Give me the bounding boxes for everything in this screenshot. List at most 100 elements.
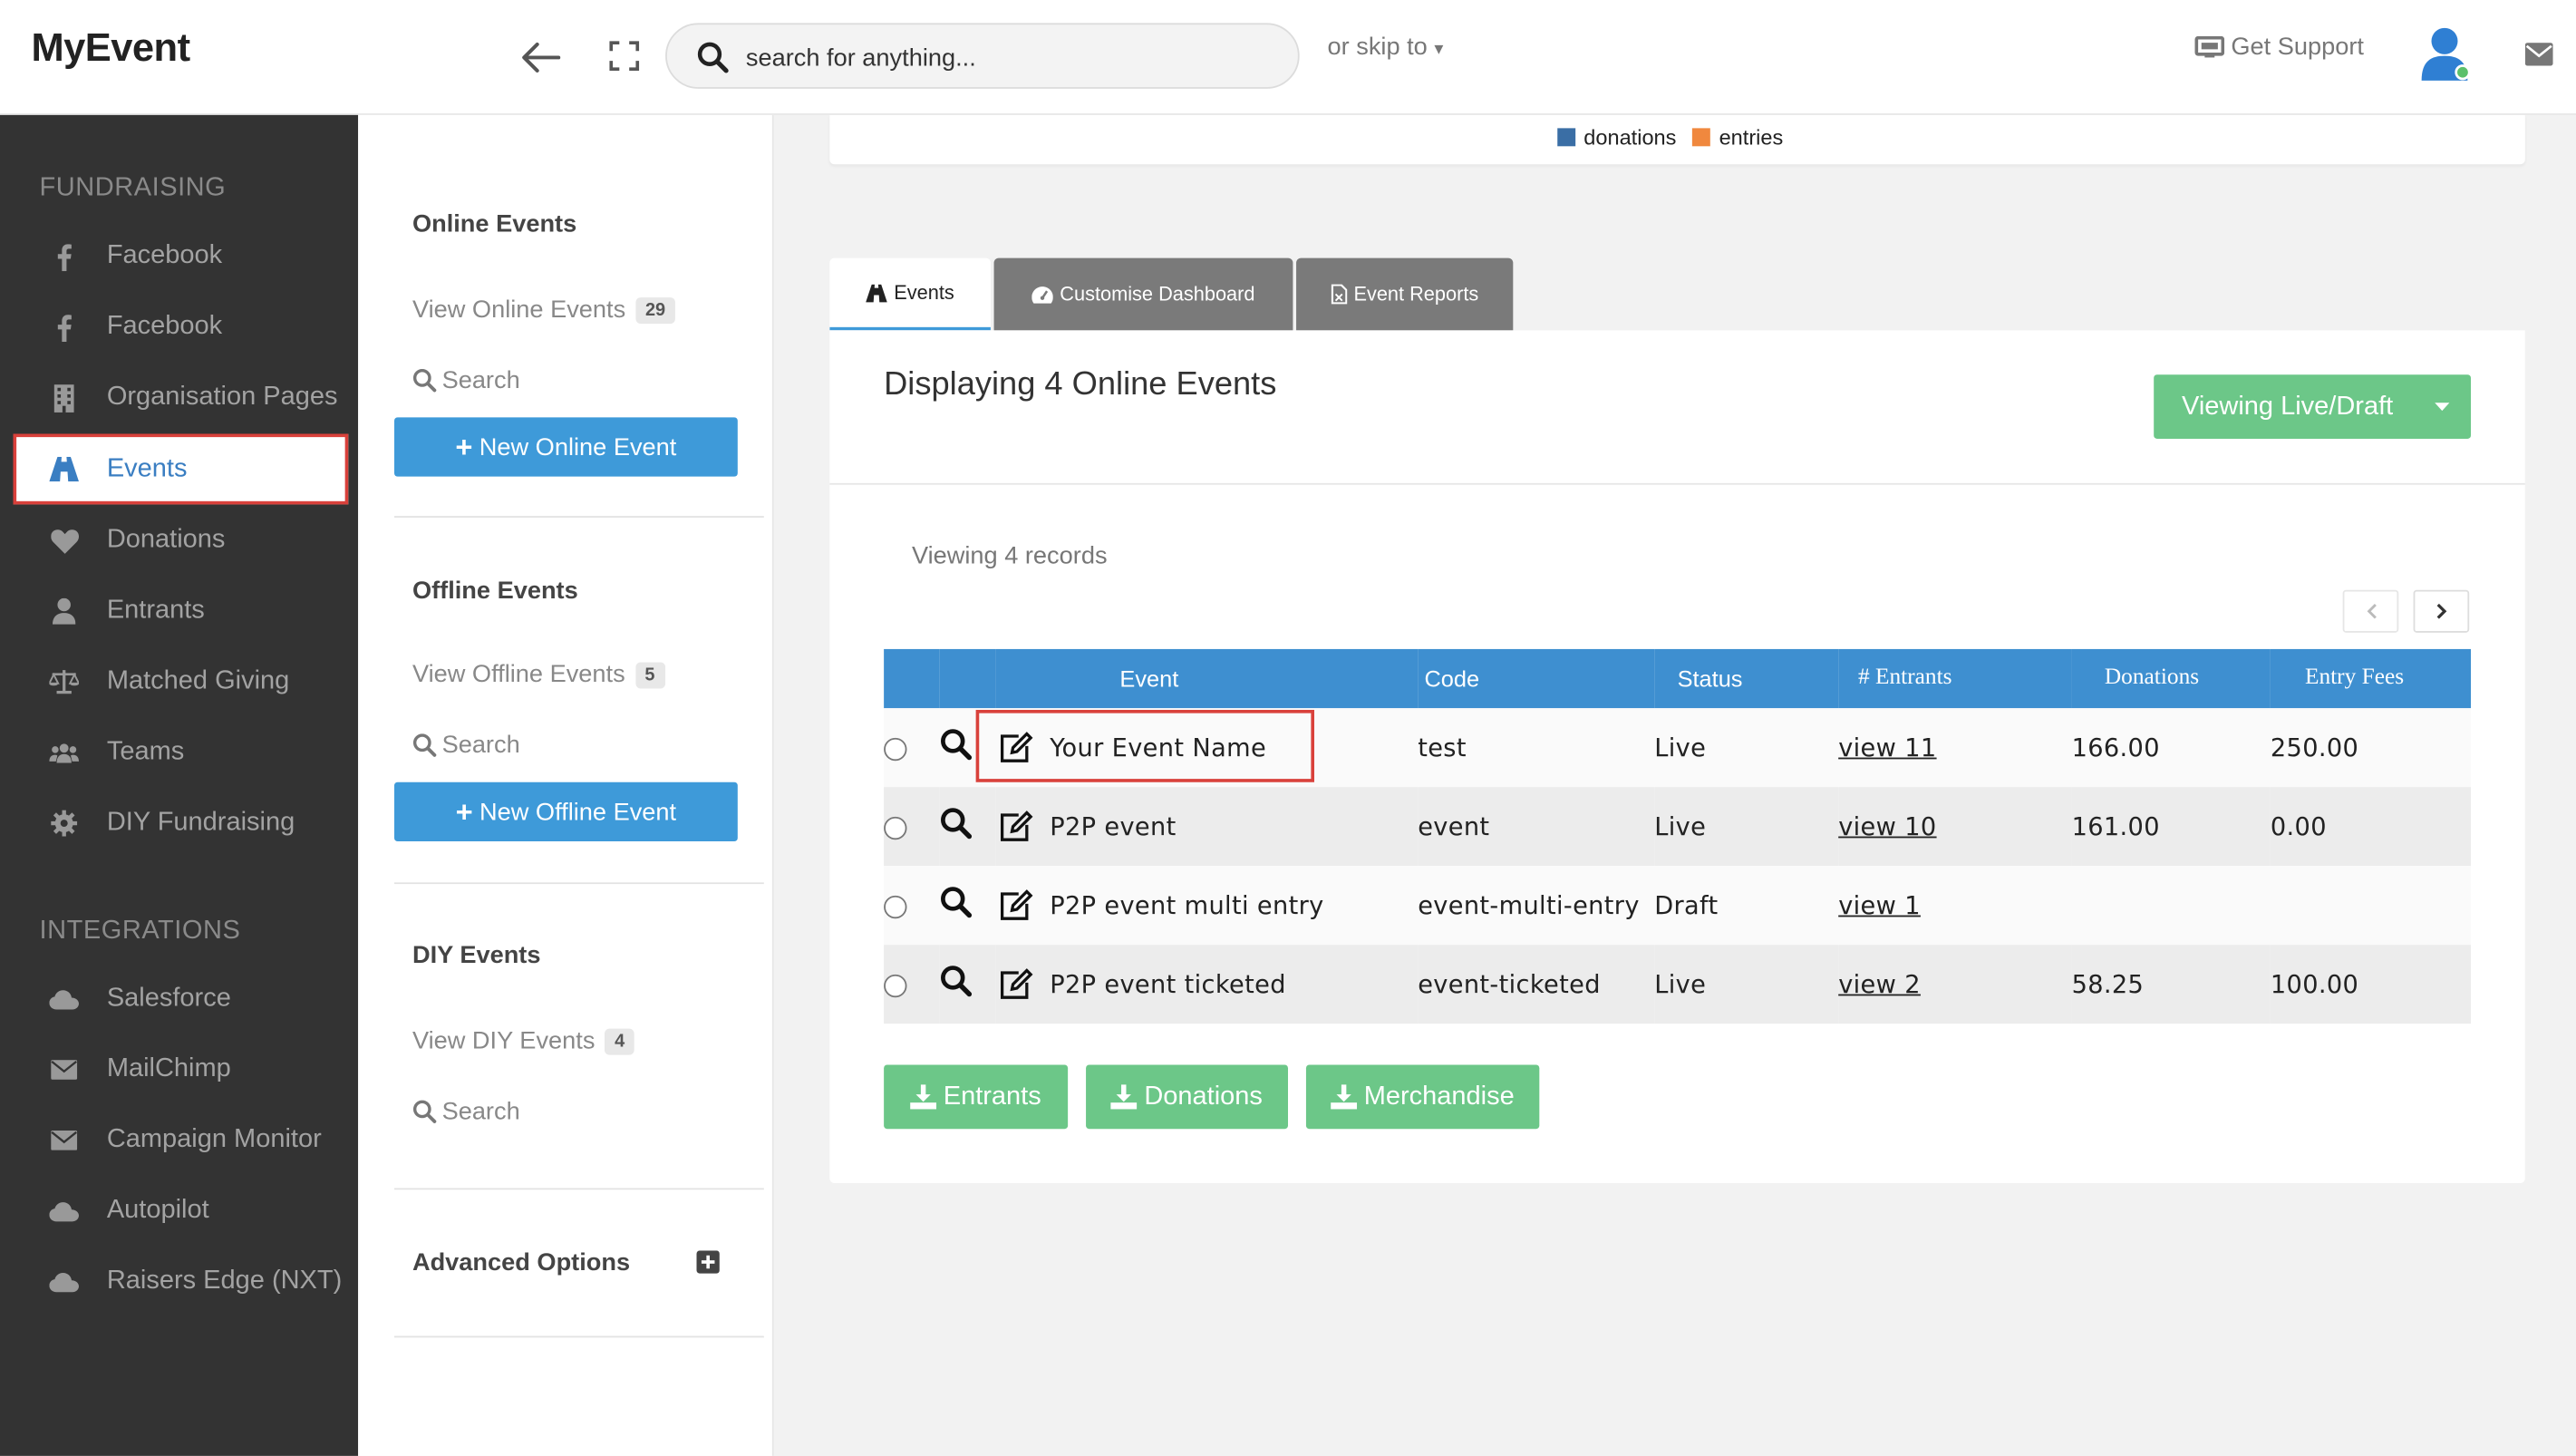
- tab-events[interactable]: Events: [829, 257, 991, 331]
- sidebar-item-label: Facebook: [106, 312, 223, 341]
- sidebar-item-matched-giving[interactable]: Matched Giving: [14, 649, 349, 715]
- edit-icon[interactable]: [999, 732, 1033, 764]
- skip-to-dropdown[interactable]: or skip to ▾: [1328, 33, 1444, 61]
- get-support-link[interactable]: Get Support: [2194, 33, 2364, 61]
- search-icon: [412, 1100, 437, 1123]
- event-name-link[interactable]: P2P event ticketed: [1050, 969, 1286, 999]
- tab-label: Customise Dashboard: [1060, 282, 1255, 306]
- table-row: Your Event Name test Live view 11 166.00…: [884, 708, 2471, 788]
- event-code: event-ticketed: [1418, 969, 1601, 999]
- diy-events-search-link[interactable]: Search: [412, 1098, 520, 1126]
- event-donations: 161.00: [2071, 811, 2160, 841]
- column-header-status[interactable]: Status: [1654, 649, 1838, 708]
- sidebar-item-raisers-edge[interactable]: Raisers Edge (NXT): [14, 1249, 349, 1315]
- event-donations: 58.25: [2071, 969, 2145, 999]
- column-header-code[interactable]: Code: [1418, 649, 1654, 708]
- row-select-radio[interactable]: [884, 894, 907, 918]
- divider: [394, 1188, 764, 1190]
- skip-label: or skip to: [1327, 33, 1428, 62]
- event-donations: 166.00: [2071, 733, 2160, 762]
- advanced-options-heading[interactable]: Advanced Options: [412, 1249, 630, 1277]
- sidebar-item-label: Entrants: [106, 596, 205, 625]
- column-header-donations[interactable]: Donations: [2072, 649, 2271, 708]
- view-entrants-link[interactable]: view 10: [1838, 811, 1936, 841]
- plus-square-icon[interactable]: [696, 1250, 720, 1274]
- online-events-heading: Online Events: [412, 210, 577, 238]
- download-label: Donations: [1144, 1082, 1263, 1111]
- column-header-entry-fees[interactable]: Entry Fees: [2271, 649, 2471, 708]
- sidebar-item-autopilot[interactable]: Autopilot: [14, 1179, 349, 1245]
- road-icon: [866, 283, 888, 302]
- dropdown-label: Viewing Live/Draft: [2182, 392, 2394, 421]
- view-entrants-link[interactable]: view 2: [1838, 969, 1921, 999]
- divider: [394, 516, 764, 518]
- column-header-entrants[interactable]: # Entrants: [1838, 649, 2071, 708]
- app-logo[interactable]: MyEvent: [31, 26, 190, 73]
- sidebar-item-facebook[interactable]: Facebook: [14, 224, 349, 290]
- search-icon[interactable]: [940, 886, 973, 918]
- offline-events-count-badge: 5: [634, 661, 665, 688]
- sidebar-section-title: INTEGRATIONS: [39, 917, 241, 946]
- edit-icon[interactable]: [999, 889, 1033, 922]
- column-header-event[interactable]: Event: [995, 649, 1418, 708]
- sidebar-item-teams[interactable]: Teams: [14, 720, 349, 786]
- download-entrants-button[interactable]: Entrants: [884, 1064, 1069, 1130]
- dashboard-icon: [1031, 286, 1054, 303]
- search-input[interactable]: [745, 37, 1272, 78]
- event-name-link[interactable]: P2P event: [1050, 811, 1176, 841]
- user-icon: [49, 597, 79, 626]
- road-icon: [49, 454, 79, 484]
- sidebar-item-label: Facebook: [106, 241, 223, 270]
- search-icon[interactable]: [940, 965, 973, 997]
- sidebar-item-donations[interactable]: Donations: [14, 508, 349, 574]
- global-search[interactable]: [665, 23, 1300, 89]
- prev-page-button[interactable]: [2342, 589, 2399, 633]
- event-name-link[interactable]: Your Event Name: [1050, 733, 1266, 762]
- view-entrants-link[interactable]: view 11: [1838, 733, 1936, 762]
- new-online-event-button[interactable]: + New Online Event: [394, 417, 738, 477]
- envelope-icon[interactable]: [2524, 43, 2553, 66]
- facebook-icon: [49, 312, 79, 342]
- tab-event-reports[interactable]: Event Reports: [1296, 257, 1514, 331]
- sidebar-item-facebook-2[interactable]: Facebook: [14, 294, 349, 360]
- view-online-events-link[interactable]: View Online Events 29: [412, 296, 676, 324]
- event-name-link[interactable]: P2P event multi entry: [1050, 890, 1323, 920]
- sidebar-item-salesforce[interactable]: Salesforce: [14, 966, 349, 1033]
- view-diy-events-link[interactable]: View DIY Events 4: [412, 1027, 635, 1055]
- sidebar-item-mailchimp[interactable]: MailChimp: [14, 1037, 349, 1103]
- tab-customise-dashboard[interactable]: Customise Dashboard: [993, 257, 1293, 331]
- user-avatar-icon[interactable]: [2418, 24, 2471, 83]
- edit-icon[interactable]: [999, 968, 1033, 1001]
- view-offline-events-link[interactable]: View Offline Events 5: [412, 661, 665, 688]
- next-page-button[interactable]: [2413, 589, 2470, 633]
- download-donations-button[interactable]: Donations: [1086, 1064, 1288, 1130]
- offline-events-search-link[interactable]: Search: [412, 732, 520, 759]
- diy-events-count-badge: 4: [605, 1027, 635, 1054]
- sidebar-item-label: Salesforce: [106, 984, 231, 1013]
- event-entry-fees: 100.00: [2270, 969, 2359, 999]
- event-donations: [2072, 866, 2271, 945]
- search-icon: [697, 42, 729, 73]
- sidebar-item-events[interactable]: Events: [13, 433, 349, 505]
- row-select-radio[interactable]: [884, 973, 907, 997]
- sidebar-item-label: MailChimp: [106, 1054, 231, 1083]
- edit-icon[interactable]: [999, 811, 1033, 843]
- sidebar-item-diy-fundraising[interactable]: DIY Fundraising: [14, 791, 349, 857]
- view-entrants-link[interactable]: view 1: [1838, 890, 1921, 920]
- new-offline-event-button[interactable]: + New Offline Event: [394, 781, 738, 841]
- search-label: Search: [441, 1097, 520, 1126]
- fullscreen-icon[interactable]: [608, 40, 641, 73]
- search-icon[interactable]: [940, 807, 973, 840]
- row-select-radio[interactable]: [884, 815, 907, 840]
- sidebar-item-entrants[interactable]: Entrants: [14, 578, 349, 645]
- sidebar-item-organisation-pages[interactable]: Organisation Pages: [14, 364, 349, 431]
- back-arrow-icon[interactable]: [516, 36, 565, 79]
- new-online-event-label: New Online Event: [479, 432, 677, 461]
- viewing-live-draft-dropdown[interactable]: Viewing Live/Draft: [2154, 374, 2471, 439]
- row-select-radio[interactable]: [884, 736, 907, 761]
- download-merchandise-button[interactable]: Merchandise: [1305, 1064, 1540, 1130]
- plus-icon: +: [455, 795, 473, 829]
- search-icon[interactable]: [940, 728, 973, 761]
- online-events-search-link[interactable]: Search: [412, 366, 520, 394]
- sidebar-item-campaign-monitor[interactable]: Campaign Monitor: [14, 1108, 349, 1174]
